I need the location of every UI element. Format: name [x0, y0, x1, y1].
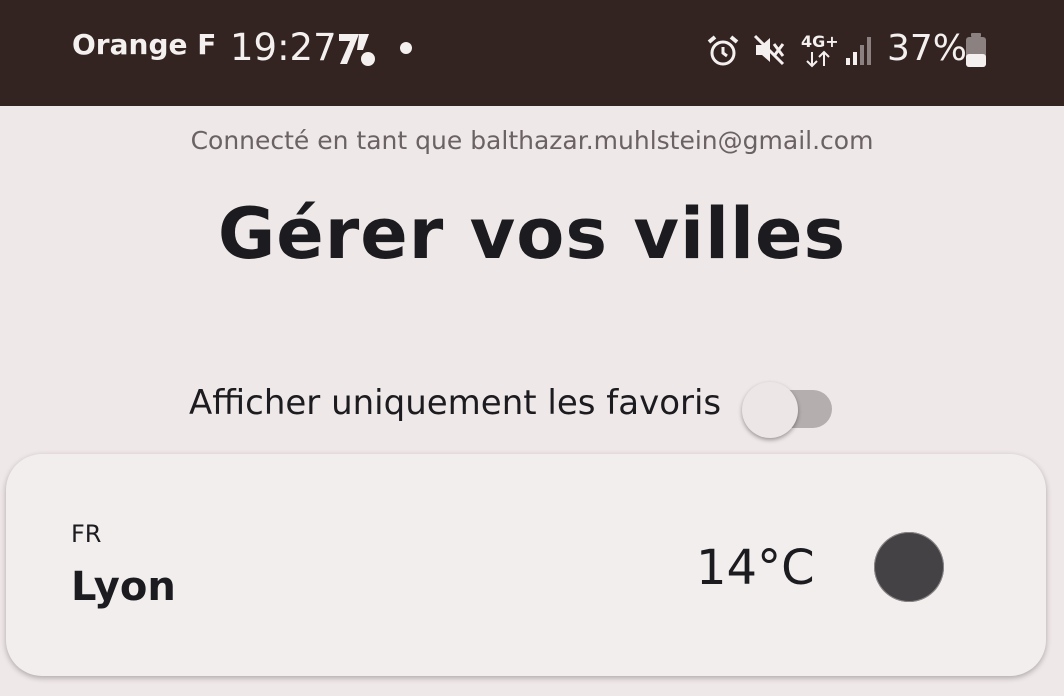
dot-icon	[400, 42, 412, 54]
favorites-toggle[interactable]	[742, 382, 832, 438]
network-label: 4G+	[801, 32, 839, 51]
connected-as-text: Connecté en tant que balthazar.muhlstein…	[190, 126, 874, 155]
signal-icon	[846, 37, 871, 65]
weather-dot-icon	[874, 532, 944, 602]
city-country: FR	[71, 520, 102, 548]
alarm-icon	[707, 35, 739, 66]
battery-icon	[966, 33, 986, 67]
battery-percent: 37%	[887, 28, 968, 69]
page-title: Gérer vos villes	[217, 193, 847, 275]
network-4g-icon: 4G+	[801, 32, 839, 70]
toggle-thumb	[742, 382, 798, 438]
carrier-name: Orange F	[72, 28, 217, 61]
status-bar: Orange F 19:27 4G+ 37%	[0, 0, 1064, 106]
app-logo-icon	[339, 34, 375, 66]
city-temperature: 14°C	[696, 540, 815, 596]
vibrate-icon	[753, 34, 785, 66]
city-name: Lyon	[71, 564, 176, 610]
city-card[interactable]: FR Lyon 14°C	[6, 454, 1046, 676]
favorites-filter-label: Afficher uniquement les favoris	[189, 383, 722, 423]
clock: 19:27	[230, 26, 337, 69]
